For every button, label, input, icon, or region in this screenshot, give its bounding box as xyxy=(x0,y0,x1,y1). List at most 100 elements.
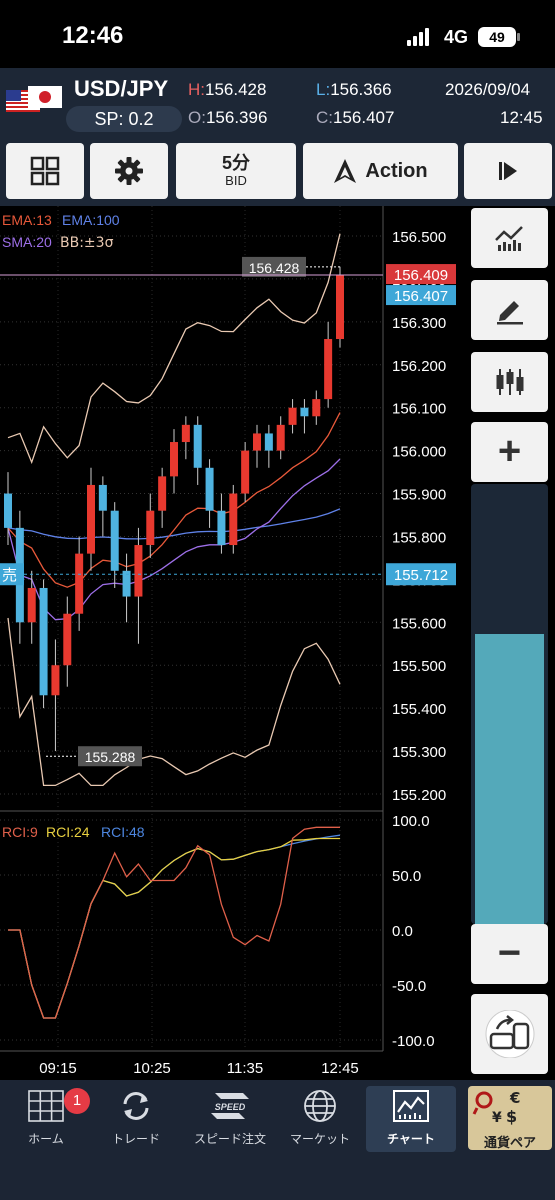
candle-up xyxy=(324,339,333,400)
home-grid-icon xyxy=(28,1090,64,1122)
zoom-out-button[interactable]: − xyxy=(471,924,548,984)
nav-chart[interactable]: チャート xyxy=(366,1086,456,1152)
price-tick-label: 155.600 xyxy=(392,615,446,632)
rci-tick-label: 100.0 xyxy=(392,813,430,830)
ask-price-label: 156.407 xyxy=(394,288,448,305)
rci-tick-label: -100.0 xyxy=(392,1033,435,1050)
legend-rci48: RCI:48 xyxy=(101,824,145,840)
indicator-button[interactable] xyxy=(471,208,548,268)
high-marker-label: 156.428 xyxy=(249,260,300,276)
chart-type-button[interactable] xyxy=(471,352,548,412)
candle-down xyxy=(39,587,48,696)
candle-up xyxy=(27,587,36,623)
candle-down xyxy=(264,433,273,451)
candle-down xyxy=(110,510,119,571)
status-time: 12:46 xyxy=(62,22,124,49)
sell-order-price-label: 155.712 xyxy=(394,567,448,584)
step-forward-icon xyxy=(499,162,517,180)
nav-trade-label: トレード xyxy=(111,1132,160,1146)
pencil-icon xyxy=(496,301,523,325)
rci-tick-label: 50.0 xyxy=(392,868,421,885)
play-forward-button[interactable] xyxy=(464,143,552,199)
price-chart[interactable]: 156.500156.400156.300156.200156.100156.0… xyxy=(0,206,465,1080)
candle-down xyxy=(4,493,12,528)
chart-nav-icon xyxy=(393,1090,429,1122)
currency-pair: USD/JPY xyxy=(74,76,169,101)
zoom-slider[interactable] xyxy=(471,484,548,924)
currency-symbols-icon: € ¥ $ xyxy=(472,1089,520,1126)
price-tick-label: 155.300 xyxy=(392,744,446,761)
nav-home[interactable]: ホーム 1 xyxy=(6,1086,90,1152)
nav-speed-label: スピード注文 xyxy=(193,1132,266,1146)
timeframe-label: 5分 xyxy=(221,152,250,173)
candle-up xyxy=(87,484,95,554)
candle-down xyxy=(217,510,226,546)
nav-chart-label: チャート xyxy=(387,1132,435,1146)
candle-up xyxy=(181,424,190,443)
price-tick-label: 155.800 xyxy=(392,529,446,546)
legend-bb: BB:±3σ xyxy=(60,235,114,251)
globe-icon xyxy=(304,1090,336,1122)
legend-sma20: SMA:20 xyxy=(2,234,52,250)
price-tick-label: 156.300 xyxy=(392,315,446,332)
network-type: 4G xyxy=(444,27,469,47)
open-value: O:156.396 xyxy=(188,108,268,127)
price-tick-label: 155.900 xyxy=(392,487,446,504)
quote-time: 12:45 xyxy=(500,108,543,127)
legend-ema13: EMA:13 xyxy=(2,212,52,228)
speed-icon-text: SPEED xyxy=(215,1102,246,1112)
high-value: H:156.428 xyxy=(188,80,267,99)
candle-up xyxy=(253,433,261,451)
svg-text:¥: ¥ xyxy=(492,1110,502,1126)
bottom-navigation: ホーム 1 トレード SPEED スピード注文 マーケット チャート € ¥ $… xyxy=(0,1080,555,1200)
candle-up xyxy=(241,450,250,494)
candle-up xyxy=(276,424,285,451)
legend-rci9: RCI:9 xyxy=(2,824,38,840)
close-value: C:156.407 xyxy=(316,108,395,127)
settings-button[interactable] xyxy=(90,143,168,199)
bb-lower-line xyxy=(7,617,341,787)
candle-down xyxy=(98,484,107,511)
candle-up xyxy=(75,553,84,614)
bid-price-label: 156.409 xyxy=(394,267,448,284)
svg-text:€: € xyxy=(509,1089,520,1107)
signal-icon xyxy=(407,28,431,46)
candle-up xyxy=(51,665,60,696)
spread-badge: SP: 0.2 xyxy=(66,106,182,132)
rotate-device-icon xyxy=(485,1010,534,1058)
rotate-screen-button[interactable] xyxy=(471,994,548,1074)
chart-canvas[interactable]: 156.500156.400156.300156.200156.100156.0… xyxy=(0,206,465,1080)
speed-order-icon: SPEED xyxy=(211,1093,249,1119)
nav-market-label: マーケット xyxy=(289,1132,350,1146)
price-tick-label: 155.500 xyxy=(392,658,446,675)
nav-speed-order[interactable]: SPEED スピード注文 xyxy=(188,1086,272,1152)
price-tick-label: 156.200 xyxy=(392,358,446,375)
rci-tick-label: 0.0 xyxy=(392,923,413,940)
action-button[interactable]: Action xyxy=(303,143,458,199)
svg-text:$: $ xyxy=(506,1107,517,1126)
price-type-label: BID xyxy=(225,172,247,188)
candle-up xyxy=(170,442,178,477)
nav-market[interactable]: マーケット xyxy=(280,1086,360,1152)
trade-arrows-icon xyxy=(123,1092,149,1120)
draw-tool-button[interactable] xyxy=(471,280,548,340)
timeframe-button[interactable]: 5分 BID xyxy=(176,143,296,199)
time-tick-label: 11:35 xyxy=(227,1060,263,1077)
action-triangle-icon xyxy=(334,159,357,183)
quote-date: 2026/09/04 xyxy=(445,80,531,99)
legend-ema100: EMA:100 xyxy=(62,212,120,228)
candle-down xyxy=(193,424,202,468)
nav-trade[interactable]: トレード xyxy=(96,1086,176,1152)
candle-up xyxy=(229,493,238,546)
action-label: Action xyxy=(365,159,428,182)
legend-rci24: RCI:24 xyxy=(46,824,90,840)
zoom-in-button[interactable]: + xyxy=(471,422,548,482)
candle-up xyxy=(312,399,321,417)
sell-order-label: 売 xyxy=(2,566,17,584)
nav-currency-pair-label: 通貨ペア xyxy=(483,1135,536,1150)
layout-button[interactable] xyxy=(6,143,84,199)
rci24-line xyxy=(8,837,340,1019)
indicator-chart-icon xyxy=(494,226,523,251)
nav-currency-pair[interactable]: € ¥ $ 通貨ペア xyxy=(468,1086,552,1150)
quote-header[interactable]: USD/JPY SP: 0.2 H:156.428 O:156.396 L:15… xyxy=(0,68,555,138)
